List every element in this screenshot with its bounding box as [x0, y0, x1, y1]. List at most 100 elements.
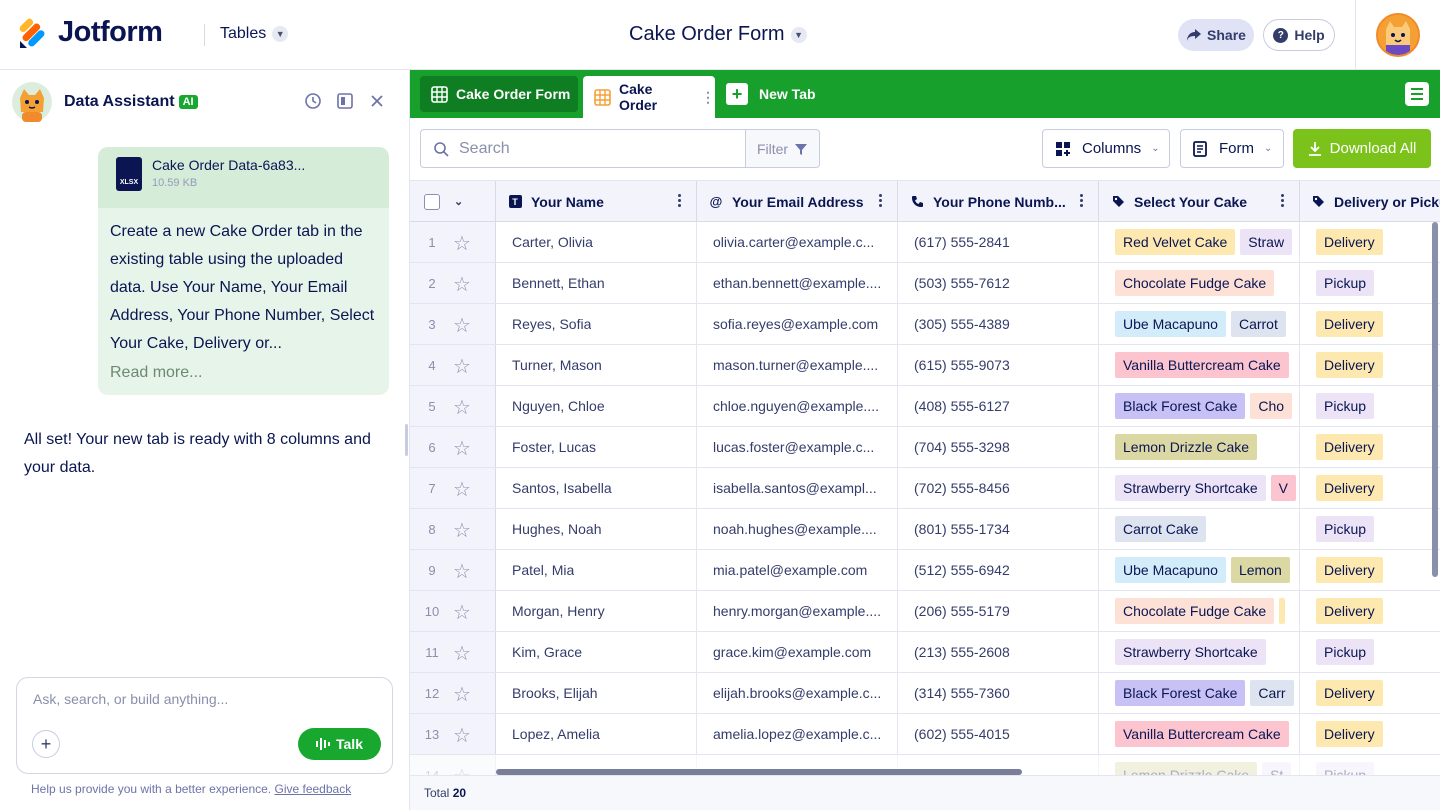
cell-delivery[interactable]: Delivery: [1300, 714, 1440, 754]
cell-name[interactable]: Brooks, Elijah: [496, 673, 697, 713]
star-icon[interactable]: ☆: [453, 600, 471, 625]
history-icon[interactable]: [304, 92, 322, 110]
cell-delivery[interactable]: Delivery: [1300, 304, 1440, 344]
cell-cake[interactable]: Chocolate Fudge Cake: [1099, 591, 1300, 631]
column-menu-icon[interactable]: [678, 194, 682, 207]
chevron-down-icon[interactable]: ⌄: [454, 195, 463, 208]
cell-email[interactable]: lucas.foster@example.c...: [697, 427, 898, 467]
star-icon[interactable]: ☆: [453, 477, 471, 502]
cell-email[interactable]: mia.patel@example.com: [697, 550, 898, 590]
cell-cake[interactable]: Vanilla Buttercream Cake: [1099, 714, 1300, 754]
star-icon[interactable]: ☆: [453, 559, 471, 584]
table-row[interactable]: 9 ☆ Patel, Mia mia.patel@example.com (512) 5…: [410, 550, 1440, 591]
read-more-link[interactable]: Read more...: [98, 364, 389, 382]
close-icon[interactable]: [368, 92, 386, 110]
cell-phone[interactable]: (305) 555-4389: [898, 304, 1099, 344]
cell-cake[interactable]: Ube Macapuno Carrot: [1099, 304, 1300, 344]
table-row[interactable]: 10 ☆ Morgan, Henry henry.morgan@example....…: [410, 591, 1440, 632]
star-icon[interactable]: ☆: [453, 395, 471, 420]
download-all-button[interactable]: Download All: [1293, 129, 1431, 168]
cell-delivery[interactable]: Delivery: [1300, 222, 1440, 262]
panel-toggle-icon[interactable]: [336, 92, 354, 110]
cell-cake[interactable]: Strawberry Shortcake V: [1099, 468, 1300, 508]
talk-button[interactable]: Talk: [298, 728, 381, 760]
cell-email[interactable]: sofia.reyes@example.com: [697, 304, 898, 344]
filter-button[interactable]: Filter: [745, 129, 820, 168]
panel-resize-handle[interactable]: [405, 424, 408, 456]
attach-button[interactable]: +: [32, 730, 60, 758]
star-icon[interactable]: ☆: [453, 313, 471, 338]
cell-name[interactable]: Reyes, Sofia: [496, 304, 697, 344]
help-button[interactable]: ? Help: [1263, 19, 1335, 51]
cell-phone[interactable]: (801) 555-1734: [898, 509, 1099, 549]
star-icon[interactable]: ☆: [453, 231, 471, 256]
cell-cake[interactable]: Strawberry Shortcake: [1099, 632, 1300, 672]
table-row[interactable]: 5 ☆ Nguyen, Chloe chloe.nguyen@example....(…: [410, 386, 1440, 427]
vertical-scrollbar[interactable]: [1432, 222, 1438, 577]
table-row[interactable]: 7 ☆ Santos, Isabella isabella.santos@exampl…: [410, 468, 1440, 509]
table-row[interactable]: 13 ☆ Lopez, Amelia amelia.lopez@example.c..…: [410, 714, 1440, 755]
star-icon[interactable]: ☆: [453, 436, 471, 461]
search-input[interactable]: Search: [420, 129, 746, 168]
star-icon[interactable]: ☆: [453, 641, 471, 666]
cell-delivery[interactable]: Pickup: [1300, 386, 1440, 426]
star-icon[interactable]: ☆: [453, 764, 471, 775]
cell-email[interactable]: isabella.santos@exampl...: [697, 468, 898, 508]
tab-cake-order-form[interactable]: Cake Order Form: [420, 76, 578, 112]
columns-button[interactable]: Columns ⌄: [1042, 129, 1170, 168]
cell-cake[interactable]: Red Velvet Cake Straw: [1099, 222, 1300, 262]
cell-phone[interactable]: (704) 555-3298: [898, 427, 1099, 467]
star-icon[interactable]: ☆: [453, 682, 471, 707]
table-row[interactable]: 12 ☆ Brooks, Elijah elijah.brooks@example.c…: [410, 673, 1440, 714]
cell-phone[interactable]: (206) 555-5179: [898, 591, 1099, 631]
table-row[interactable]: 3 ☆ Reyes, Sofia sofia.reyes@example.com (30…: [410, 304, 1440, 345]
cell-delivery[interactable]: Pickup: [1300, 263, 1440, 303]
table-row[interactable]: 11 ☆ Kim, Grace grace.kim@example.com (213) …: [410, 632, 1440, 673]
cell-cake[interactable]: Lemon Drizzle Cake: [1099, 427, 1300, 467]
cell-phone[interactable]: (314) 555-7360: [898, 673, 1099, 713]
cell-cake[interactable]: Chocolate Fudge Cake: [1099, 263, 1300, 303]
cell-name[interactable]: Patel, Mia: [496, 550, 697, 590]
cell-delivery[interactable]: Delivery: [1300, 345, 1440, 385]
cell-phone[interactable]: (617) 555-2841: [898, 222, 1099, 262]
column-menu-icon[interactable]: [1080, 194, 1084, 207]
star-icon[interactable]: ☆: [453, 354, 471, 379]
column-header-phone[interactable]: Your Phone Numb...: [898, 181, 1099, 222]
cell-email[interactable]: noah.hughes@example....: [697, 509, 898, 549]
cell-email[interactable]: grace.kim@example.com: [697, 632, 898, 672]
column-header-cake[interactable]: Select Your Cake: [1099, 181, 1300, 222]
cell-email[interactable]: mason.turner@example....: [697, 345, 898, 385]
column-header-name[interactable]: T Your Name: [496, 181, 697, 222]
star-icon[interactable]: ☆: [453, 518, 471, 543]
cell-email[interactable]: amelia.lopez@example.c...: [697, 714, 898, 754]
cell-delivery[interactable]: Delivery: [1300, 550, 1440, 590]
new-tab-button[interactable]: + New Tab: [726, 76, 816, 112]
cell-delivery[interactable]: Delivery: [1300, 427, 1440, 467]
cell-email[interactable]: olivia.carter@example.c...: [697, 222, 898, 262]
cell-email[interactable]: henry.morgan@example....: [697, 591, 898, 631]
star-icon[interactable]: ☆: [453, 272, 471, 297]
share-button[interactable]: Share: [1178, 19, 1254, 51]
page-title[interactable]: Cake Order Form ▼: [629, 23, 807, 46]
cell-delivery[interactable]: Delivery: [1300, 468, 1440, 508]
jotform-logo[interactable]: Jotform: [18, 16, 163, 49]
cell-name[interactable]: Santos, Isabella: [496, 468, 697, 508]
cell-cake[interactable]: Black Forest Cake Cho: [1099, 386, 1300, 426]
cell-cake[interactable]: Ube Macapuno Lemon: [1099, 550, 1300, 590]
cell-name[interactable]: Foster, Lucas: [496, 427, 697, 467]
cell-email[interactable]: chloe.nguyen@example....: [697, 386, 898, 426]
cell-cake[interactable]: Carrot Cake: [1099, 509, 1300, 549]
attachment-card[interactable]: XLSX Cake Order Data-6a83... 10.59 KB: [98, 147, 389, 208]
composer-input[interactable]: Ask, search, or build anything...: [33, 691, 228, 707]
select-all-checkbox[interactable]: [424, 193, 440, 210]
cell-name[interactable]: Carter, Olivia: [496, 222, 697, 262]
cell-name[interactable]: Lopez, Amelia: [496, 714, 697, 754]
cell-delivery[interactable]: Pickup: [1300, 755, 1440, 775]
column-header-delivery[interactable]: Delivery or Picku: [1300, 181, 1440, 222]
cell-phone[interactable]: (615) 555-9073: [898, 345, 1099, 385]
cell-name[interactable]: Hughes, Noah: [496, 509, 697, 549]
column-menu-icon[interactable]: [1281, 194, 1285, 207]
cell-phone[interactable]: (702) 555-8456: [898, 468, 1099, 508]
column-header-email[interactable]: @ Your Email Address: [697, 181, 898, 222]
cell-phone[interactable]: (512) 555-6942: [898, 550, 1099, 590]
